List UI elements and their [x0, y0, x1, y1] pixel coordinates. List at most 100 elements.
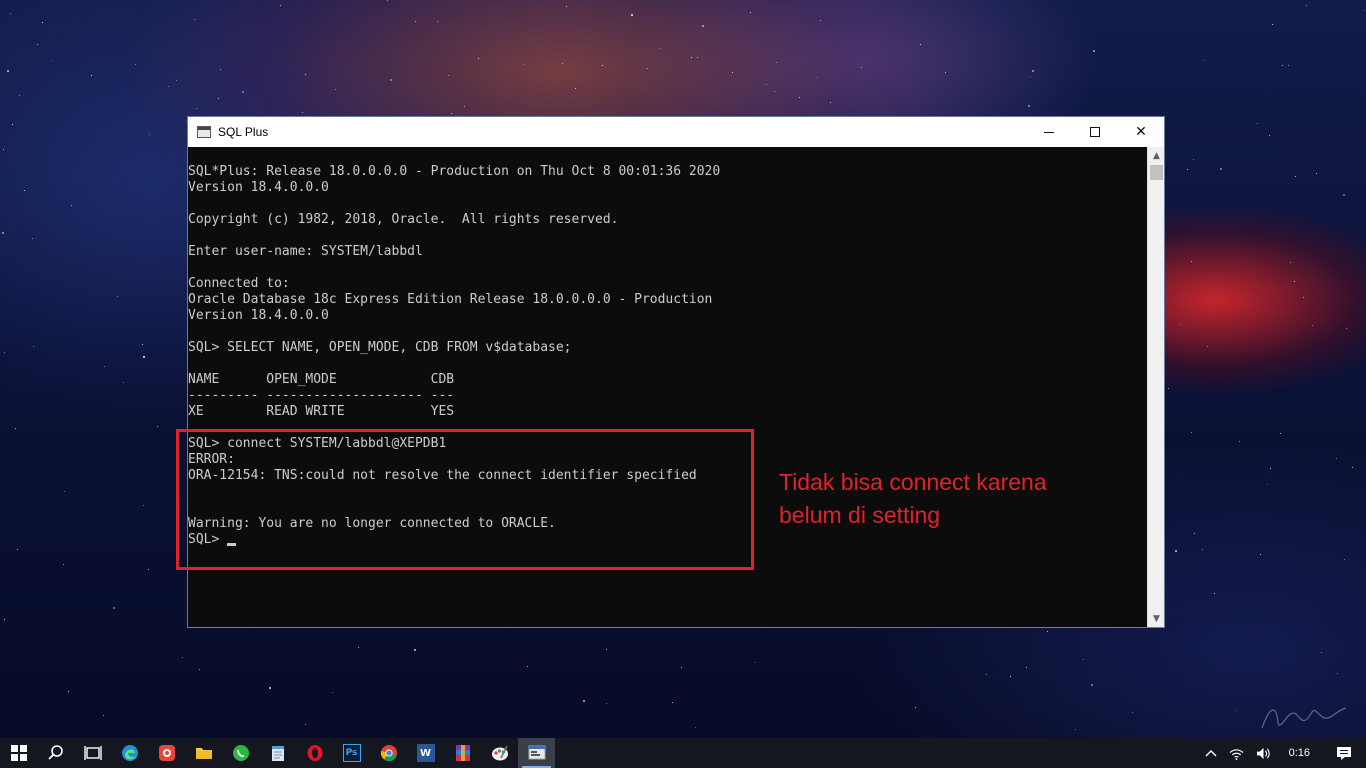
star — [332, 692, 333, 693]
console-line: SQL> SELECT NAME, OPEN_MODE, CDB FROM v$… — [188, 340, 572, 355]
star — [103, 715, 104, 716]
star — [269, 687, 271, 689]
star — [1030, 76, 1031, 77]
maximize-button[interactable] — [1072, 117, 1118, 147]
vertical-scrollbar[interactable]: ▲ ▼ — [1147, 147, 1164, 627]
clock[interactable]: 0:16 — [1277, 738, 1322, 768]
show-hidden-icons-button[interactable] — [1199, 738, 1223, 768]
taskbar-edge[interactable] — [111, 738, 148, 768]
star — [583, 700, 585, 702]
star — [104, 366, 105, 367]
star — [986, 674, 987, 675]
star — [1091, 684, 1093, 686]
star — [1267, 484, 1268, 485]
whatsapp-icon — [232, 745, 249, 761]
star — [702, 25, 704, 27]
action-center-button[interactable] — [1322, 738, 1366, 768]
star — [1026, 667, 1027, 668]
star — [302, 112, 303, 113]
star — [1214, 593, 1215, 594]
taskbar-recorder[interactable] — [148, 738, 185, 768]
star — [1193, 159, 1194, 160]
notepad-icon — [271, 746, 284, 761]
console-line: SQL*Plus: Release 18.0.0.0.0 - Productio… — [188, 164, 721, 179]
star — [196, 108, 197, 109]
console-line: --------- -------------------- --- — [188, 388, 455, 403]
star — [1180, 324, 1181, 325]
star — [1290, 262, 1291, 263]
star — [113, 607, 115, 609]
star — [774, 91, 775, 92]
close-button[interactable]: ✕ — [1118, 117, 1164, 147]
chevron-up-icon — [1205, 750, 1217, 757]
screen-recorder-icon — [158, 745, 175, 761]
star — [32, 238, 33, 239]
star — [1269, 135, 1270, 136]
star — [218, 98, 219, 99]
star — [562, 63, 563, 64]
star — [697, 57, 698, 58]
window-title: SQL Plus — [218, 125, 269, 139]
search-button[interactable] — [37, 738, 74, 768]
search-icon — [47, 745, 63, 760]
star — [695, 727, 696, 728]
console-line: XE READ WRITE YES — [188, 404, 455, 419]
star — [91, 75, 92, 76]
star — [602, 65, 603, 66]
annotation-line-2: belum di setting — [779, 502, 941, 528]
close-icon: ✕ — [1135, 124, 1147, 140]
minimize-button[interactable] — [1026, 117, 1072, 147]
star — [755, 662, 756, 663]
taskbar-notepad[interactable] — [259, 738, 296, 768]
console-line: Enter user-name: SYSTEM/labbdl — [188, 244, 423, 259]
star — [1191, 261, 1192, 262]
star — [305, 74, 306, 75]
star — [149, 134, 150, 135]
star — [182, 657, 183, 658]
star — [1306, 5, 1307, 6]
star — [1321, 652, 1322, 653]
star — [915, 707, 916, 708]
star — [33, 346, 34, 347]
star — [1168, 388, 1169, 389]
network-button[interactable] — [1223, 738, 1250, 768]
star — [776, 62, 777, 63]
photoshop-icon: Ps — [342, 744, 361, 762]
task-view-button[interactable] — [74, 738, 111, 768]
taskbar-whatsapp[interactable] — [222, 738, 259, 768]
star — [387, 0, 388, 1]
star — [945, 72, 946, 73]
star — [524, 64, 525, 65]
scroll-thumb[interactable] — [1150, 165, 1163, 180]
star — [1270, 468, 1271, 469]
star — [335, 89, 336, 90]
volume-button[interactable] — [1250, 738, 1277, 768]
chrome-icon — [380, 745, 397, 762]
taskbar-sqlplus[interactable] — [518, 738, 555, 768]
taskbar-chrome[interactable] — [370, 738, 407, 768]
taskbar-winrar[interactable] — [444, 738, 481, 768]
word-icon: W — [416, 744, 435, 762]
maximize-icon — [1090, 127, 1100, 137]
star — [861, 67, 862, 68]
taskbar-word[interactable]: W — [407, 738, 444, 768]
star — [631, 14, 633, 16]
window-titlebar[interactable]: SQL Plus ✕ — [188, 117, 1164, 147]
taskbar-explorer[interactable] — [185, 738, 222, 768]
taskbar-opera[interactable] — [296, 738, 333, 768]
star — [71, 205, 72, 206]
scroll-up-arrow-icon[interactable]: ▲ — [1148, 147, 1165, 164]
star — [64, 491, 65, 492]
taskbar-photoshop[interactable]: Ps — [333, 738, 370, 768]
console-line: Version 18.4.0.0.0 — [188, 180, 329, 195]
star — [1220, 168, 1222, 170]
start-button[interactable] — [0, 738, 37, 768]
scroll-down-arrow-icon[interactable]: ▼ — [1148, 610, 1165, 627]
annotation-line-1: Tidak bisa connect karena — [779, 469, 1047, 495]
star — [1032, 70, 1034, 72]
star — [142, 344, 143, 345]
taskbar-paint[interactable] — [481, 738, 518, 768]
